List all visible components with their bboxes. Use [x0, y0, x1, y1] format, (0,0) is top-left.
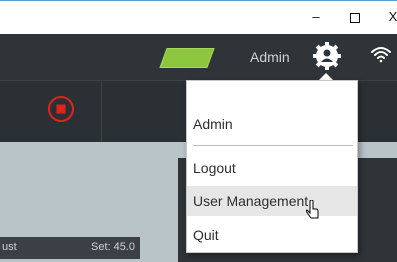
menu-item-logout[interactable]: Logout [187, 153, 357, 183]
menu-separator [193, 145, 353, 146]
user-menu: Admin Logout User Management Quit [186, 80, 358, 253]
menu-header-admin: Admin [193, 116, 233, 132]
user-settings-icon [313, 42, 341, 70]
minimize-button[interactable]: – [306, 8, 326, 26]
readout-label: ust [2, 241, 17, 253]
wifi-icon[interactable] [370, 44, 392, 66]
maximize-icon [350, 13, 360, 23]
mouse-cursor-icon [305, 199, 320, 220]
maximize-button[interactable] [345, 8, 365, 26]
window-titlebar [0, 0, 397, 35]
status-indicator [159, 48, 215, 68]
menu-item-user-management[interactable]: User Management [187, 186, 357, 216]
user-settings-button[interactable] [312, 41, 342, 71]
toolbar-divider [101, 80, 102, 142]
close-button[interactable]: X [383, 8, 397, 26]
stop-button[interactable] [47, 95, 75, 123]
stop-record-icon [48, 96, 74, 122]
setpoint-value: Set: 45.0 [91, 241, 136, 253]
menu-item-quit[interactable]: Quit [187, 220, 357, 250]
user-name-label: Admin [250, 49, 290, 65]
